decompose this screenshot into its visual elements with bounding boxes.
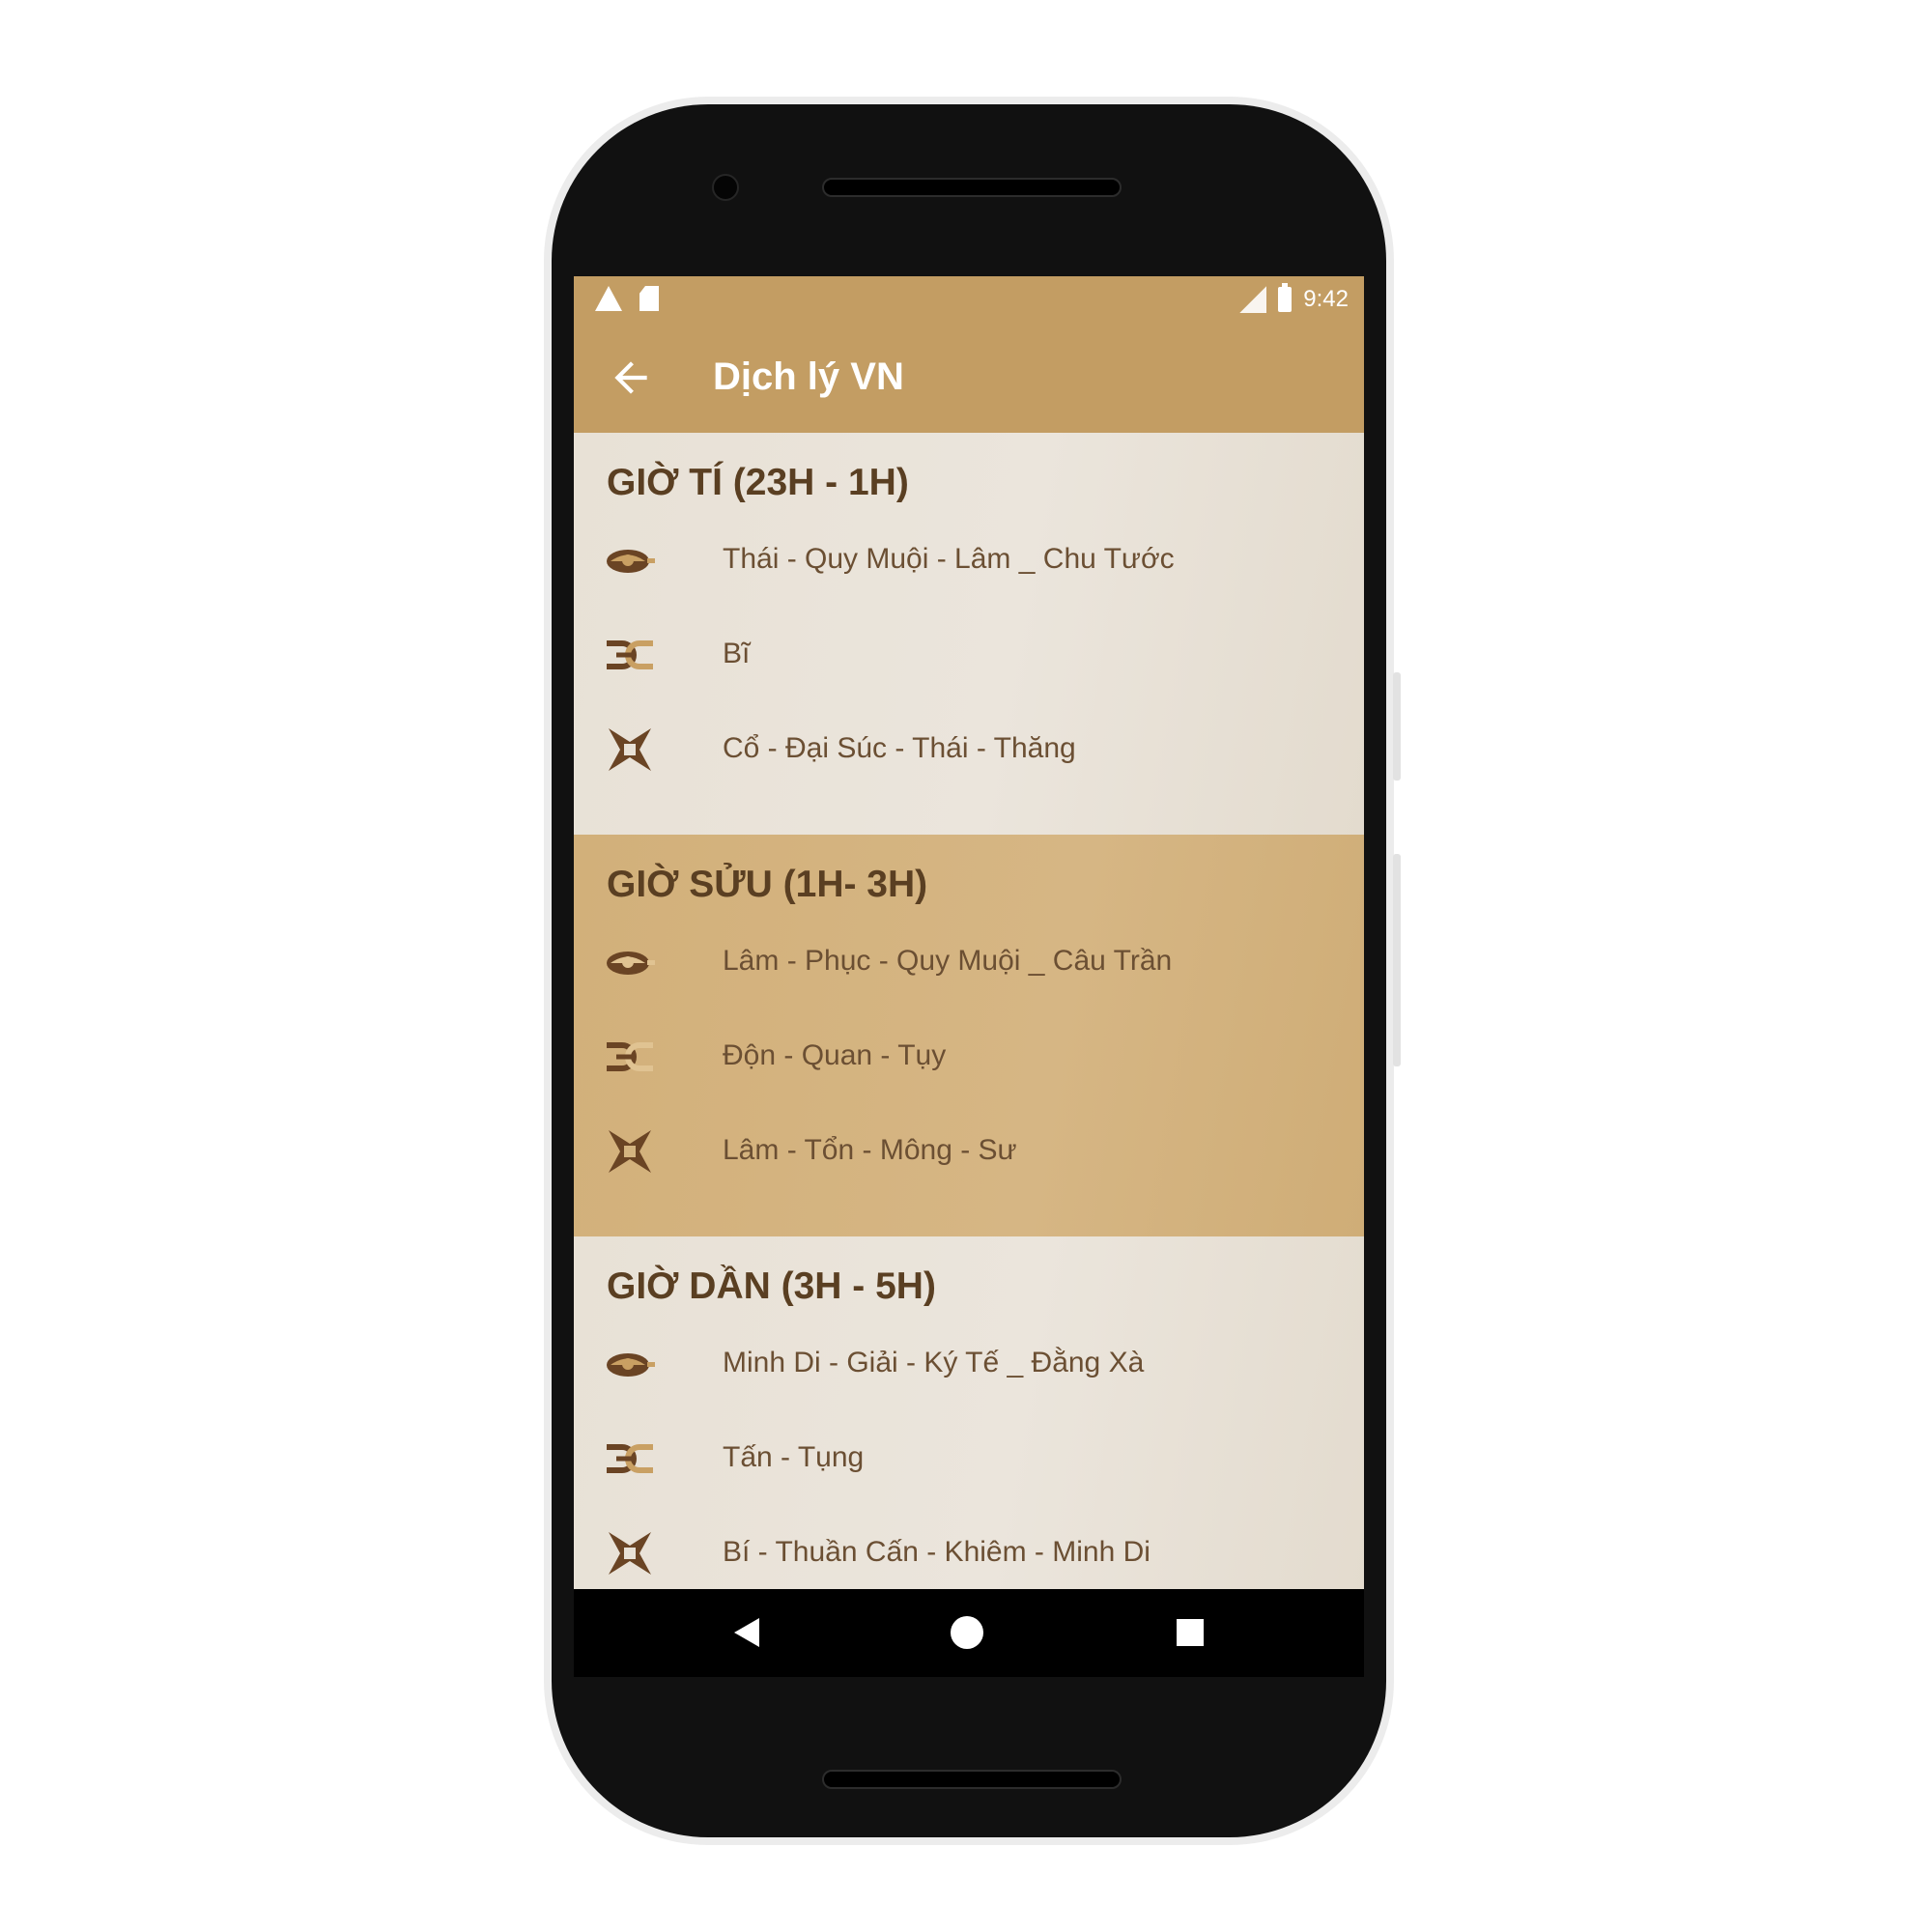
status-time: 9:42 bbox=[1303, 286, 1349, 312]
warning-icon bbox=[595, 286, 622, 311]
star-cross-icon bbox=[609, 1130, 651, 1173]
nav-home-icon[interactable] bbox=[951, 1616, 983, 1649]
nav-back-icon[interactable] bbox=[734, 1618, 759, 1647]
list-item-text: Lâm - Phục - Quy Muội _ Câu Trần bbox=[723, 945, 1173, 977]
hour-list: GIỜ TÍ (23H - 1H) Thái - Quy Muội - Lâm … bbox=[574, 433, 1364, 1589]
list-item[interactable]: Bí - Thuần Cấn - Khiêm - Minh Di bbox=[603, 1524, 1337, 1582]
top-speaker bbox=[822, 178, 1122, 197]
list-item-text: Bí - Thuần Cấn - Khiêm - Minh Di bbox=[723, 1536, 1151, 1568]
app-screen: 9:42 Dịch lý VN GIỜ TÍ (23H - 1H) Thái -… bbox=[574, 276, 1364, 1677]
nav-recent-icon[interactable] bbox=[1177, 1619, 1204, 1646]
power-button bbox=[1393, 672, 1401, 781]
link-icon bbox=[607, 640, 653, 669]
bottom-speaker bbox=[822, 1770, 1122, 1789]
list-item[interactable]: Lâm - Tổn - Mông - Sư bbox=[603, 1122, 1337, 1180]
list-item-text: Thái - Quy Muội - Lâm _ Chu Tước bbox=[723, 543, 1175, 575]
list-item-text: Độn - Quan - Tụy bbox=[723, 1039, 947, 1071]
hour-card[interactable]: GIỜ DẦN (3H - 5H) Minh Di - Giải - Ký Tế… bbox=[574, 1236, 1364, 1589]
volume-button bbox=[1393, 854, 1401, 1066]
eye-icon bbox=[607, 550, 655, 573]
list-item[interactable]: Độn - Quan - Tụy bbox=[603, 1028, 1337, 1086]
hour-card[interactable]: GIỜ TÍ (23H - 1H) Thái - Quy Muội - Lâm … bbox=[574, 433, 1364, 835]
list-item[interactable]: Cổ - Đại Súc - Thái - Thăng bbox=[603, 721, 1337, 779]
app-bar: Dịch lý VN bbox=[574, 327, 1364, 433]
star-cross-icon bbox=[609, 728, 651, 771]
hour-card-title: GIỜ DẦN (3H - 5H) bbox=[607, 1265, 936, 1307]
battery-icon bbox=[1278, 283, 1293, 312]
eye-icon bbox=[607, 952, 655, 975]
sd-card-icon bbox=[639, 286, 659, 311]
list-item[interactable]: Tấn - Tụng bbox=[603, 1430, 1337, 1488]
list-item[interactable]: Bĩ bbox=[603, 626, 1337, 684]
list-item-text: Lâm - Tổn - Mông - Sư bbox=[723, 1134, 1017, 1166]
system-nav-bar bbox=[574, 1589, 1364, 1677]
list-item[interactable]: Thái - Quy Muội - Lâm _ Chu Tước bbox=[603, 531, 1337, 589]
list-item-text: Tấn - Tụng bbox=[723, 1441, 865, 1473]
star-cross-icon bbox=[609, 1532, 651, 1575]
list-item-text: Minh Di - Giải - Ký Tế _ Đằng Xà bbox=[723, 1347, 1145, 1378]
hour-card-title: GIỜ TÍ (23H - 1H) bbox=[607, 462, 909, 503]
list-item-text: Cổ - Đại Súc - Thái - Thăng bbox=[723, 732, 1076, 764]
page-title: Dịch lý VN bbox=[713, 355, 904, 398]
arrow-back-icon[interactable] bbox=[607, 354, 655, 402]
signal-icon bbox=[1239, 286, 1267, 313]
link-icon bbox=[607, 1042, 653, 1071]
list-item[interactable]: Minh Di - Giải - Ký Tế _ Đằng Xà bbox=[603, 1335, 1337, 1393]
link-icon bbox=[607, 1444, 653, 1473]
hour-card-title: GIỜ SỬU (1H- 3H) bbox=[607, 864, 928, 905]
list-item[interactable]: Lâm - Phục - Quy Muội _ Câu Trần bbox=[603, 933, 1337, 991]
eye-icon bbox=[607, 1353, 655, 1377]
front-camera bbox=[712, 174, 739, 201]
list-item-text: Bĩ bbox=[723, 638, 751, 669]
hour-card[interactable]: GIỜ SỬU (1H- 3H) Lâm - Phục - Quy Muội _… bbox=[574, 835, 1364, 1236]
status-bar: 9:42 bbox=[574, 276, 1364, 327]
